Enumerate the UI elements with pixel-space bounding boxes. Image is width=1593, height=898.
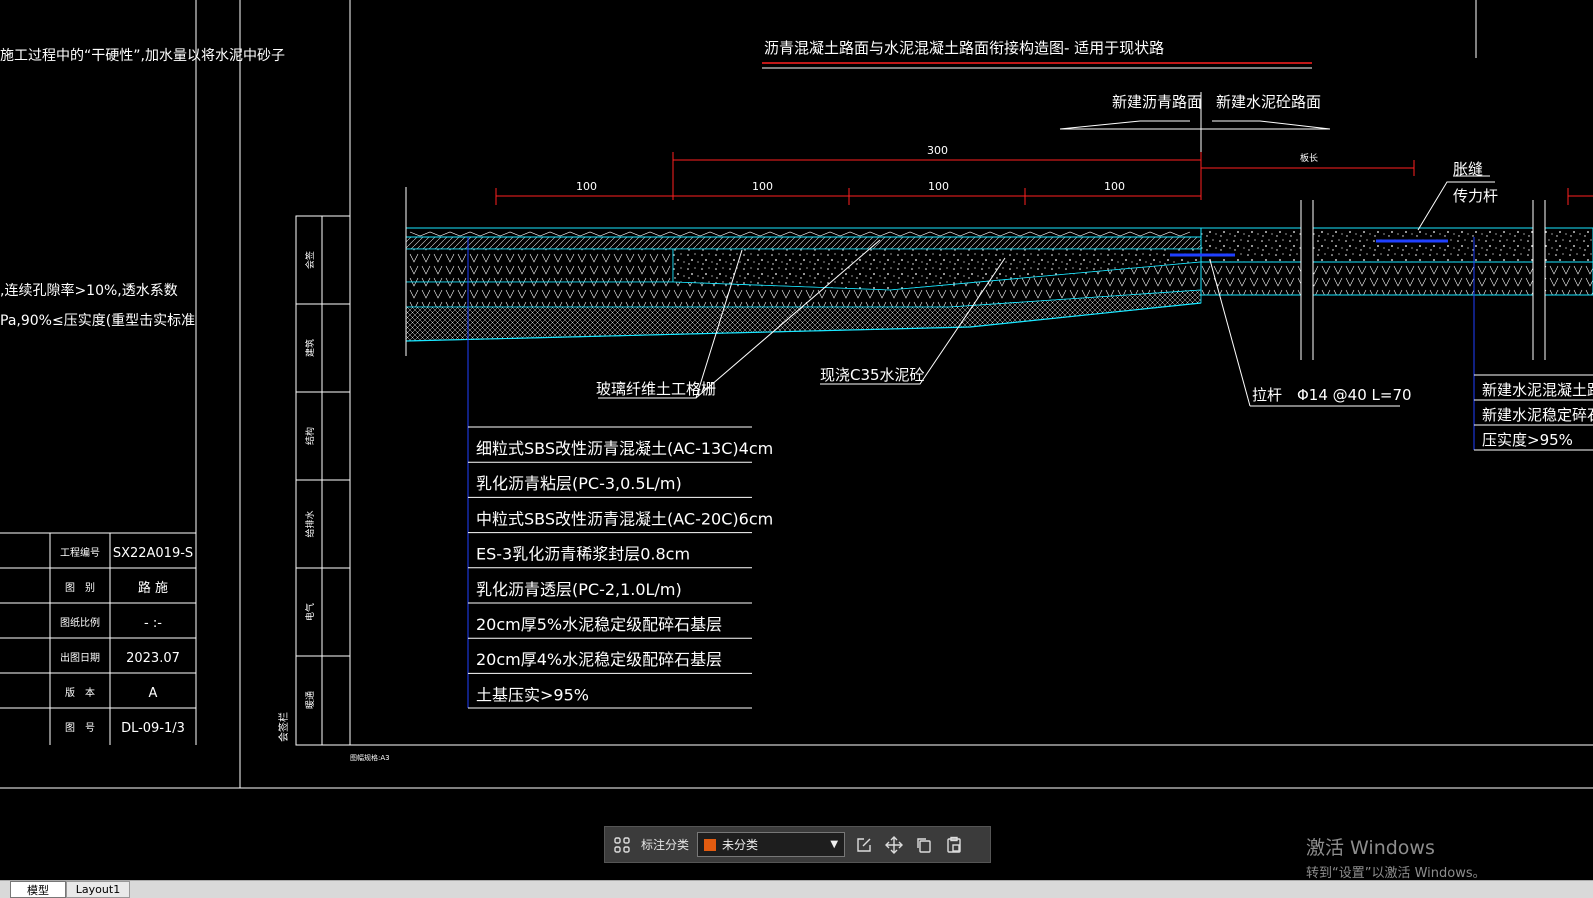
layer-label: 20cm厚4%水泥稳定级配碎石基层: [476, 650, 722, 669]
move-icon[interactable]: [883, 834, 905, 856]
category-select-value: 未分类: [722, 838, 759, 852]
color-swatch: [704, 838, 717, 851]
titleblock-label: 图纸比例: [60, 616, 100, 629]
right-layer-label: 新建水泥混凝土路面23: [1482, 381, 1593, 399]
layer-label: 中粒式SBS改性沥青混凝土(AC-20C)6cm: [476, 509, 773, 528]
layer-label: 土基压实>95%: [476, 685, 589, 704]
toolbar-label: 标注分类: [641, 838, 690, 852]
titleblock-label: 版 本: [65, 686, 95, 699]
layer-label: 乳化沥青粘层(PC-3,0.5L/m): [476, 474, 682, 493]
tab-model[interactable]: 模型: [10, 881, 66, 898]
left-notes: 施工过程中的“干硬性”,加水量以将水泥中砂子 ,连续孔隙率>10%,透水系数 P…: [0, 48, 285, 329]
titleblock-value: 路 施: [138, 580, 168, 596]
note-line-1: 施工过程中的“干硬性”,加水量以将水泥中砂子: [0, 48, 285, 64]
copy-icon[interactable]: [913, 834, 935, 856]
drawing-title: 沥青混凝土路面与水泥混凝土路面衔接构造图- 适用于现状路: [764, 39, 1164, 57]
watermark-line-1: 激活 Windows: [1306, 837, 1435, 859]
layer-label: 20cm厚5%水泥稳定级配碎石基层: [476, 615, 722, 634]
windows-activation-watermark: 激活 Windows 转到“设置”以激活 Windows。: [1306, 833, 1486, 881]
dim-seg-4: 100: [1104, 180, 1125, 193]
callout-expansion-joint: 胀缝: [1453, 160, 1483, 178]
tab-layout1[interactable]: Layout1: [66, 881, 130, 898]
label-new-asphalt: 新建沥青路面: [1112, 93, 1202, 111]
dim-slab-length: 板长: [1300, 152, 1318, 164]
sign-table-label: 会签: [304, 251, 316, 269]
titleblock-label: 出图日期: [60, 651, 100, 664]
right-layer-legend: 新建水泥混凝土路面23 新建水泥稳定碎石层20 压实度>95%: [1474, 374, 1593, 451]
layer-label: ES-3乳化沥青稀浆封层0.8cm: [476, 545, 690, 564]
dim-seg-2: 100: [752, 180, 773, 193]
label-new-concrete: 新建水泥砼路面: [1216, 93, 1321, 111]
titleblock-label: 图 别: [65, 582, 95, 594]
annotation-toolbar: 标注分类 未分类 ▼: [604, 826, 991, 863]
titleblock-value: - :-: [144, 616, 162, 631]
title-block: [0, 533, 196, 745]
dim-seg-3: 100: [928, 180, 949, 193]
sign-table-label: 暖通: [304, 691, 316, 709]
chevron-down-icon: ▼: [830, 839, 839, 850]
callout-geogrid: 玻璃纤维土工格栅: [596, 380, 716, 398]
titleblock-label: 工程编号: [60, 546, 100, 559]
layer-label: 乳化沥青透层(PC-2,1.0L/m): [476, 580, 682, 599]
edit-icon[interactable]: [853, 834, 875, 856]
layout-tab-bar: 模型 Layout1: [0, 880, 1593, 898]
dim-total: 300: [927, 144, 948, 157]
layer-label: 细粒式SBS改性沥青混凝土(AC-13C)4cm: [476, 439, 773, 458]
titleblock-value: DL-09-1/3: [121, 721, 185, 736]
pavement-section: [405, 187, 1593, 360]
note-line-2: ,连续孔隙率>10%,透水系数: [0, 282, 178, 299]
titleblock-value: 2023.07: [126, 651, 180, 666]
right-layer-label: 压实度>95%: [1482, 431, 1573, 449]
paste-icon[interactable]: [943, 834, 965, 856]
layer-legend: 细粒式SBS改性沥青混凝土(AC-13C)4cm 乳化沥青粘层(PC-3,0.5L…: [468, 426, 773, 709]
footnote: 图幅规格:A3: [350, 753, 390, 762]
right-layer-label: 新建水泥稳定碎石层20: [1482, 406, 1593, 424]
dim-seg-1: 100: [576, 180, 597, 193]
category-select[interactable]: 未分类 ▼: [697, 832, 846, 857]
sign-table-label: 电气: [304, 603, 316, 621]
titleblock-label: 图 号: [65, 722, 95, 734]
sign-table-label: 给排水: [304, 510, 316, 537]
callout-cast-concrete: 现浇C35水泥砼: [820, 366, 925, 384]
titleblock-value: SX22A019-S: [113, 546, 193, 561]
sidebar-caption: 会签栏: [277, 712, 290, 742]
titleblock-value: A: [149, 686, 158, 701]
note-line-3: Pa,90%≤压实度(重型击实标准: [0, 313, 195, 329]
grid-icon[interactable]: [611, 834, 633, 856]
sign-table-label: 结构: [304, 427, 316, 445]
cad-drawing-canvas[interactable]: 施工过程中的“干硬性”,加水量以将水泥中砂子 ,连续孔隙率>10%,透水系数 P…: [0, 0, 1593, 880]
sign-table-label: 建筑: [304, 339, 316, 357]
watermark-line-2: 转到“设置”以激活 Windows。: [1306, 866, 1486, 881]
callout-tie-bar: 拉杆 Φ14 @40 L=70: [1252, 386, 1412, 404]
callout-dowel-bar: 传力杆: [1453, 187, 1498, 205]
sign-table: [295, 215, 351, 746]
